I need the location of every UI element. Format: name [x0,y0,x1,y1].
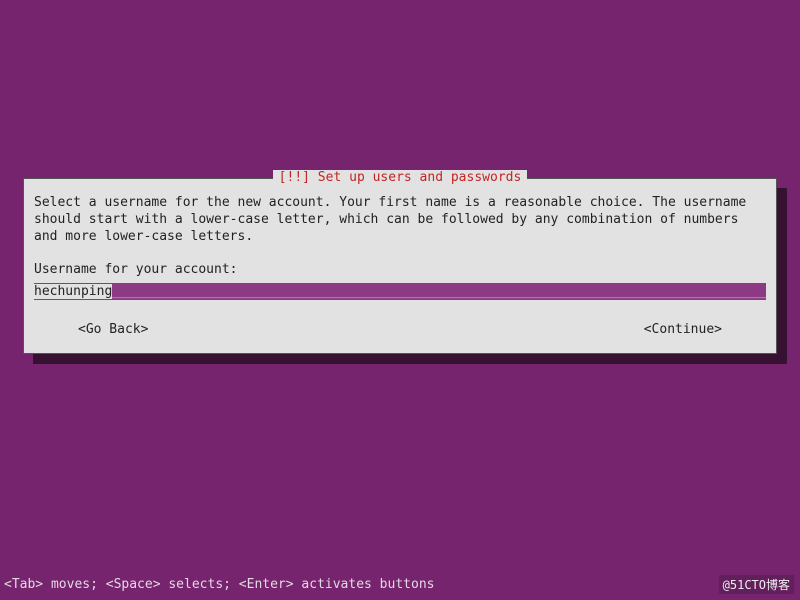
installer-dialog: [!!] Set up users and passwords Select a… [23,178,777,354]
prompt-text: Select a username for the new account. Y… [34,195,766,246]
username-input-value: hechunping [34,284,112,299]
footer-help-text: <Tab> moves; <Space> selects; <Enter> ac… [4,577,434,592]
dialog-title-bar: [!!] Set up users and passwords [24,170,776,185]
continue-button[interactable]: <Continue> [644,322,722,337]
dialog-wrapper: [!!] Set up users and passwords Select a… [23,178,777,354]
watermark: @51CTO博客 [719,575,794,594]
dialog-title: [!!] Set up users and passwords [273,170,528,185]
button-row: <Go Back> <Continue> [34,322,766,337]
username-field-label: Username for your account: [34,262,766,277]
username-input[interactable]: hechunping______________________________… [34,283,766,300]
go-back-button[interactable]: <Go Back> [78,322,148,337]
input-underline-fill: ________________________________________… [112,284,766,299]
